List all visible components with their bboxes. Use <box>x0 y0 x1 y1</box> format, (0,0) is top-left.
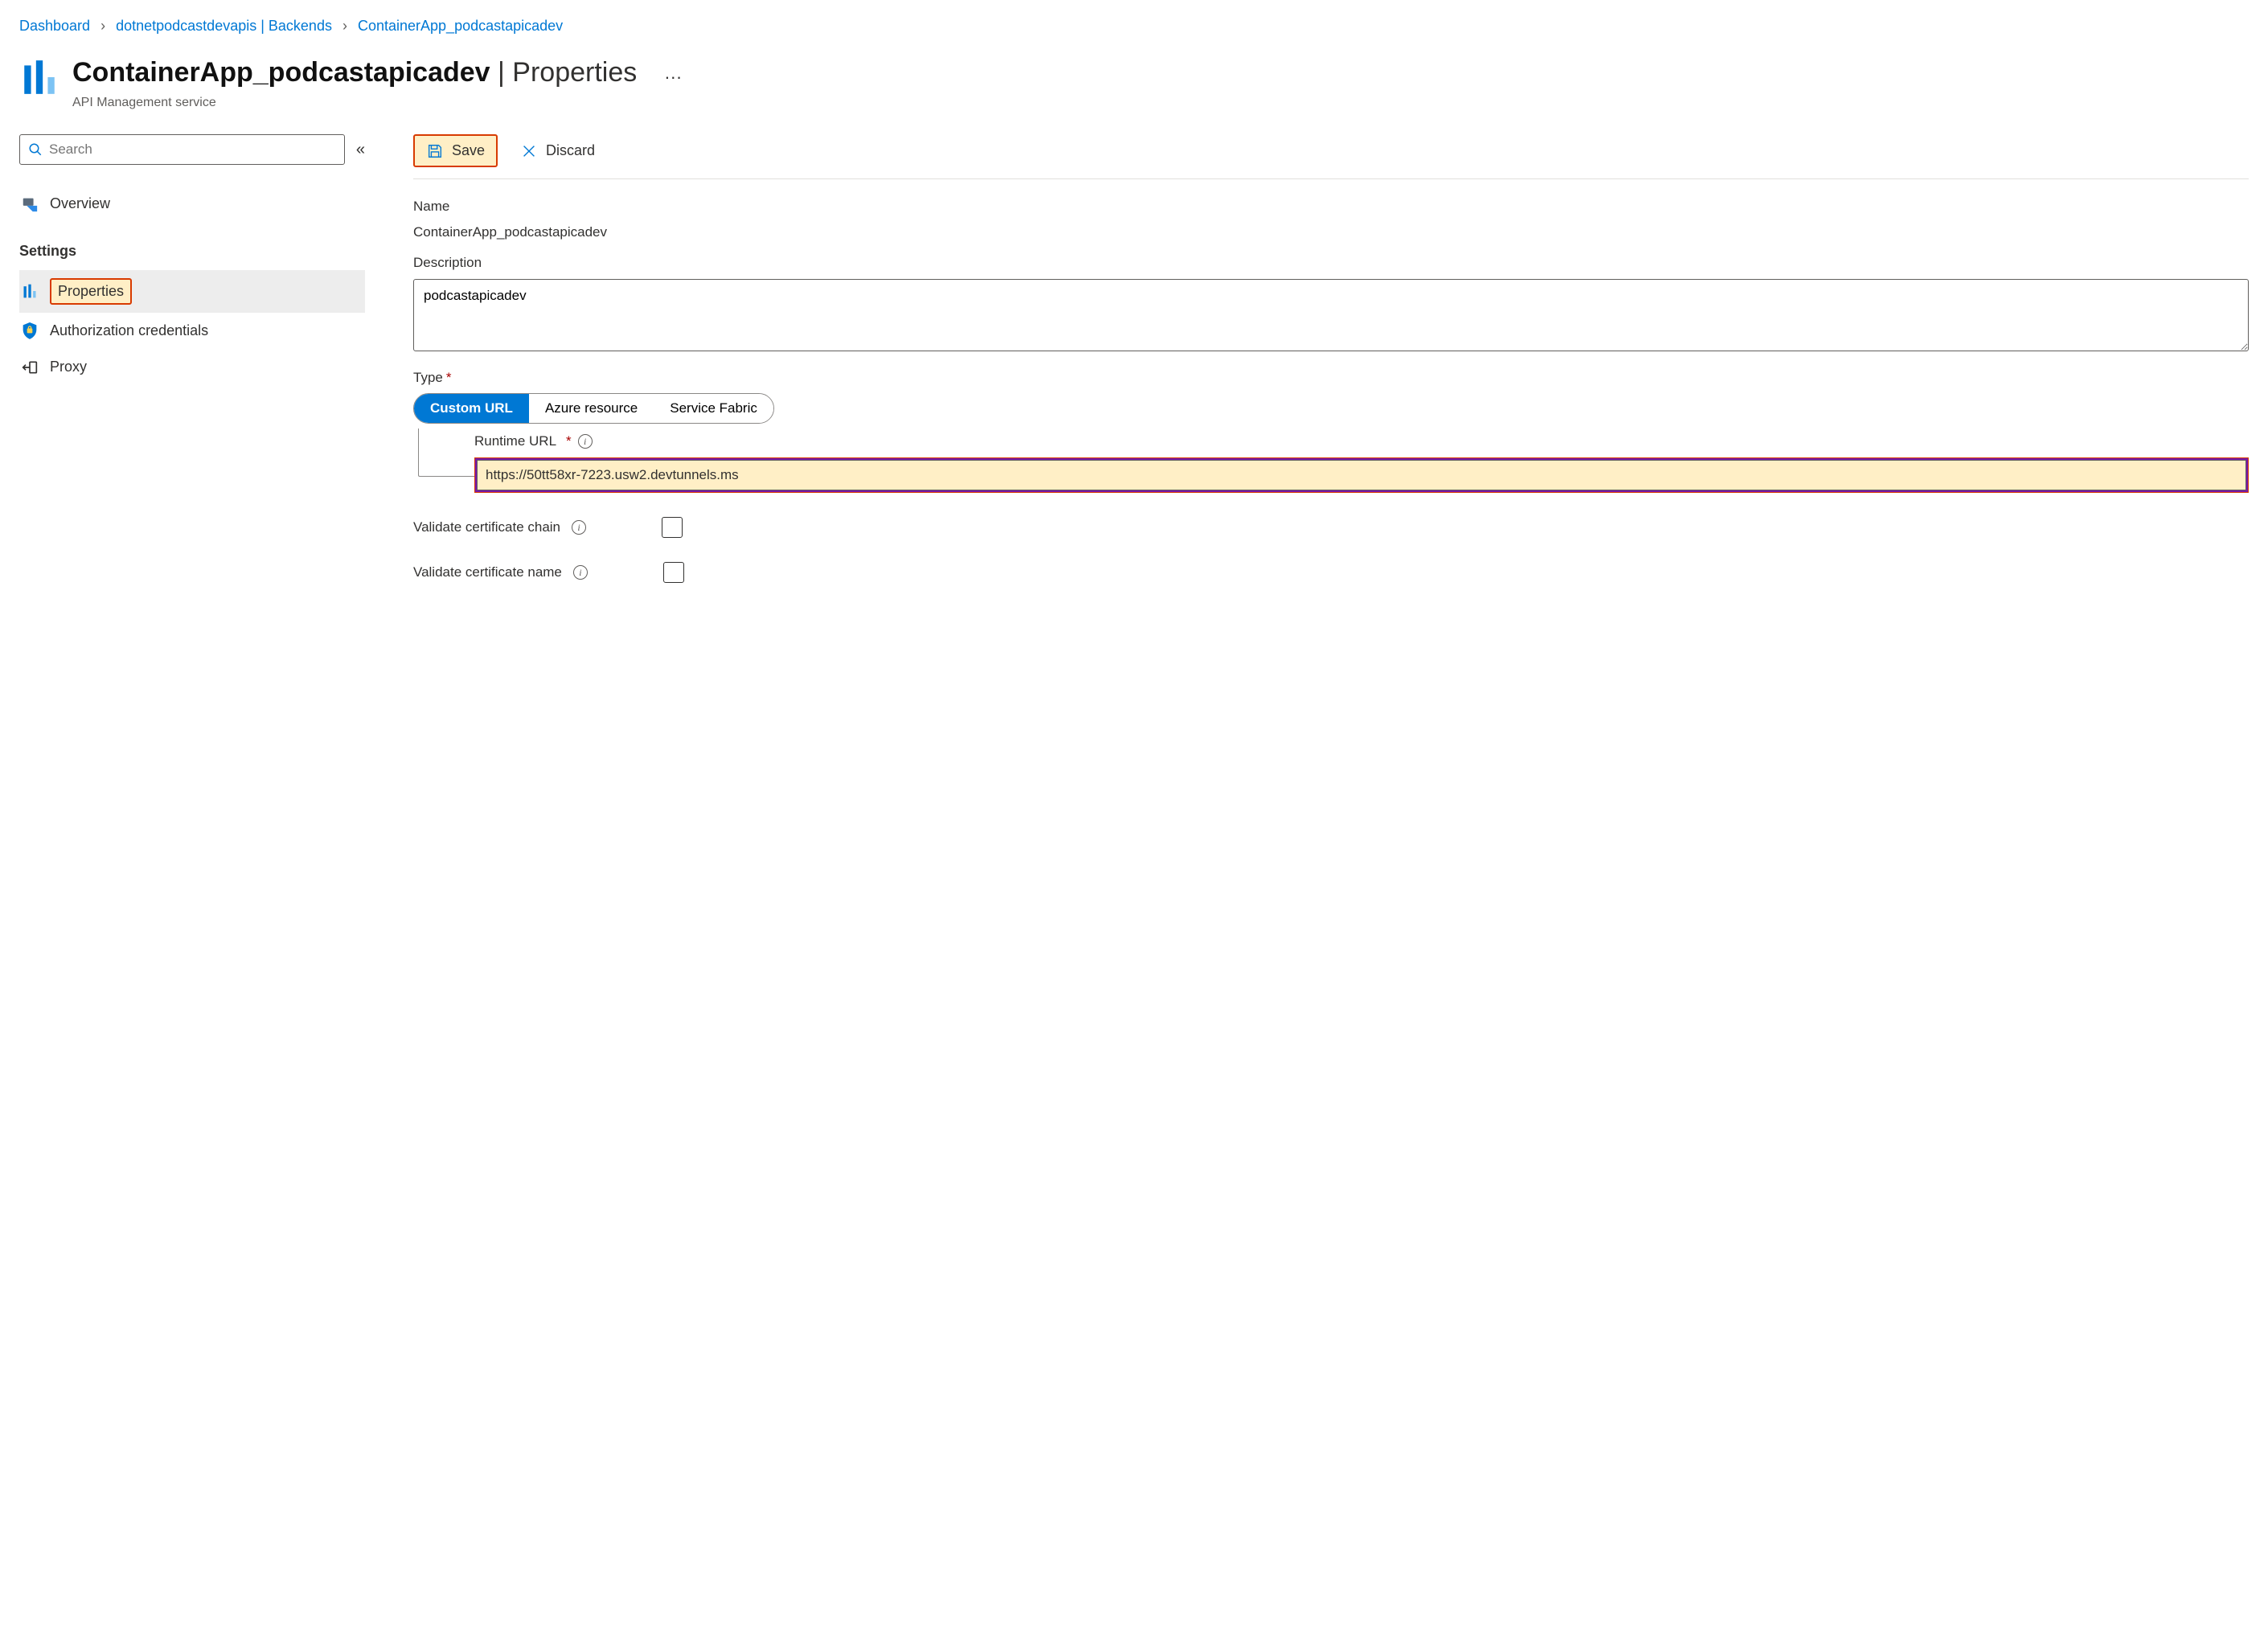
shield-lock-icon <box>21 322 39 339</box>
type-label: Type* <box>413 368 2249 388</box>
save-button-label: Save <box>452 141 485 161</box>
type-selector: Custom URL Azure resource Service Fabric <box>413 393 774 424</box>
required-indicator: * <box>566 432 572 451</box>
proxy-icon <box>21 359 39 375</box>
sidebar-item-properties[interactable]: Properties <box>19 270 365 313</box>
discard-button[interactable]: Discard <box>509 136 606 166</box>
toolbar-divider <box>413 178 2249 179</box>
sidebar-item-label: Overview <box>50 194 110 214</box>
page-title-divider: | <box>490 57 513 88</box>
sidebar-item-label: Properties <box>50 278 132 305</box>
breadcrumb-separator: › <box>100 18 105 34</box>
save-icon <box>426 142 444 160</box>
info-icon[interactable]: i <box>578 434 593 449</box>
name-label: Name <box>413 197 2249 216</box>
type-option-azure-resource[interactable]: Azure resource <box>529 394 654 423</box>
page-subtitle: API Management service <box>72 94 637 112</box>
sidebar-item-proxy[interactable]: Proxy <box>19 349 365 385</box>
discard-button-label: Discard <box>546 141 595 161</box>
close-icon <box>520 142 538 160</box>
breadcrumb: Dashboard › dotnetpodcastdevapis | Backe… <box>19 16 2249 36</box>
type-option-service-fabric[interactable]: Service Fabric <box>654 394 773 423</box>
search-icon <box>28 142 43 157</box>
tree-connector <box>418 429 474 477</box>
validate-chain-label: Validate certificate chain <box>413 518 560 537</box>
breadcrumb-separator: › <box>342 18 347 34</box>
validate-name-checkbox[interactable] <box>663 562 684 583</box>
runtime-url-input[interactable] <box>477 460 2246 490</box>
sidebar-item-label: Proxy <box>50 357 87 377</box>
runtime-url-label: Runtime URL <box>474 432 556 451</box>
info-icon[interactable]: i <box>572 520 586 535</box>
sidebar-item-label: Authorization credentials <box>50 321 208 341</box>
validate-name-label: Validate certificate name <box>413 563 562 582</box>
overflow-menu-button[interactable]: ··· <box>664 65 682 90</box>
breadcrumb-dashboard[interactable]: Dashboard <box>19 18 90 34</box>
main-content: Save Discard Name ContainerApp_podcastap… <box>413 134 2249 583</box>
required-indicator: * <box>446 370 452 385</box>
sidebar-search[interactable] <box>19 134 345 165</box>
sidebar-item-overview[interactable]: Overview <box>19 186 365 222</box>
description-input[interactable] <box>413 279 2249 351</box>
overview-icon <box>21 195 39 213</box>
page-title-main: ContainerApp_podcastapicadev <box>72 57 490 88</box>
page-header: ContainerApp_podcastapicadev | Propertie… <box>19 54 2249 112</box>
properties-icon <box>21 283 39 299</box>
type-label-text: Type <box>413 370 443 385</box>
breadcrumb-backends[interactable]: dotnetpodcastdevapis | Backends <box>116 18 332 34</box>
save-button[interactable]: Save <box>413 134 498 167</box>
toolbar: Save Discard <box>413 134 2249 167</box>
name-value: ContainerApp_podcastapicadev <box>413 223 2249 242</box>
sidebar: « Overview Settings Properties Au <box>19 134 365 583</box>
resource-icon <box>19 57 59 103</box>
collapse-sidebar-icon[interactable]: « <box>356 138 365 161</box>
page-title: ContainerApp_podcastapicadev | Propertie… <box>72 54 637 92</box>
sidebar-section-settings: Settings <box>19 241 365 261</box>
description-label: Description <box>413 253 2249 273</box>
validate-chain-checkbox[interactable] <box>662 517 683 538</box>
sidebar-item-auth-credentials[interactable]: Authorization credentials <box>19 313 365 349</box>
info-icon[interactable]: i <box>573 565 588 580</box>
page-title-section: Properties <box>512 57 637 88</box>
breadcrumb-current[interactable]: ContainerApp_podcastapicadev <box>358 18 563 34</box>
type-option-custom-url[interactable]: Custom URL <box>414 394 529 423</box>
search-input[interactable] <box>49 141 336 158</box>
